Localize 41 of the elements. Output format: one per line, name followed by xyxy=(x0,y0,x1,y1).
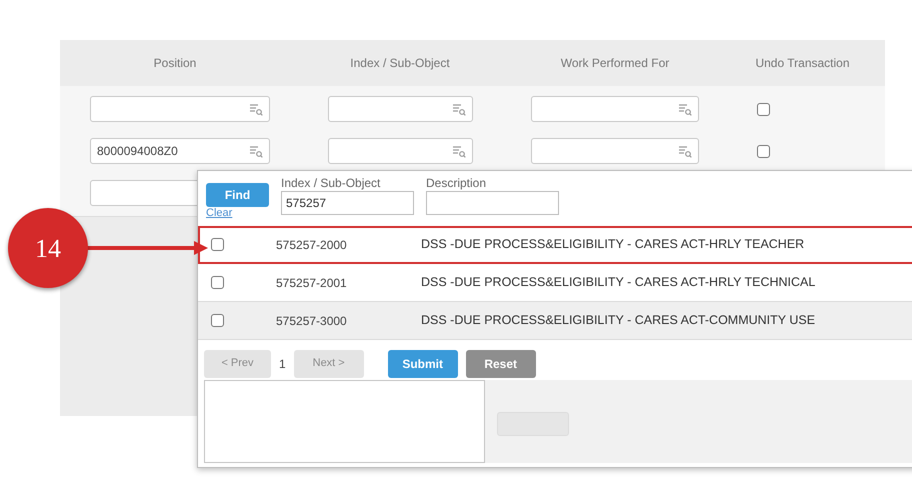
filter-field[interactable] xyxy=(426,191,559,215)
lookup-field[interactable] xyxy=(328,96,472,122)
result-code: 575257-2000 xyxy=(276,236,348,254)
column-header: Undo Transaction xyxy=(755,55,850,72)
column-header: Index / Sub-Object xyxy=(350,55,450,72)
lookup-icon[interactable] xyxy=(249,102,263,116)
result-code: 575257-3000 xyxy=(276,312,348,330)
filter-label: Description xyxy=(426,175,488,191)
lookup-icon[interactable] xyxy=(678,144,692,158)
reset-button[interactable]: Reset xyxy=(466,350,536,378)
lookup-field[interactable] xyxy=(531,138,699,164)
result-description: DSS -DUE PROCESS&ELIGIBILITY - CARES ACT-COMMUNITY USE xyxy=(421,312,816,330)
lookup-icon[interactable] xyxy=(678,102,692,116)
submit-button[interactable]: Submit xyxy=(388,350,458,378)
result-row[interactable]: 575257-2000 DSS -DUE PROCESS&ELIGIBILITY - CARES ACT-HRLY TEACHER xyxy=(198,226,912,264)
filter-field[interactable]: 575257 xyxy=(281,191,414,215)
find-button[interactable]: Find xyxy=(206,183,269,207)
result-code: 575257-2001 xyxy=(276,274,348,292)
result-description: DSS -DUE PROCESS&ELIGIBILITY - CARES ACT-HRLY TEACHER xyxy=(421,236,804,254)
callout-badge: 14 xyxy=(8,208,88,288)
checkbox[interactable] xyxy=(211,314,224,327)
lookup-icon[interactable] xyxy=(452,144,466,158)
lookup-icon[interactable] xyxy=(249,144,263,158)
lookup-field[interactable] xyxy=(328,138,472,164)
lookup-field[interactable]: 8000094008Z0 xyxy=(90,138,270,164)
checkbox[interactable] xyxy=(757,102,770,116)
checkbox[interactable] xyxy=(757,144,770,158)
text-area[interactable] xyxy=(204,380,485,463)
lookup-field[interactable] xyxy=(531,96,699,122)
result-row[interactable]: 575257-2001 DSS -DUE PROCESS&ELIGIBILITY - CARES ACT-HRLY TECHNICAL xyxy=(198,264,912,302)
page-number: 1 xyxy=(279,356,286,372)
result-description: DSS -DUE PROCESS&ELIGIBILITY - CARES ACT-HRLY TECHNICAL xyxy=(421,274,816,292)
clear-link[interactable]: Clear xyxy=(206,207,269,220)
filter-label: Index / Sub-Object xyxy=(281,175,382,191)
checkbox[interactable] xyxy=(211,238,224,251)
checkbox[interactable] xyxy=(211,276,224,289)
lookup-field[interactable] xyxy=(90,96,270,122)
result-row[interactable]: 575257-3000 DSS -DUE PROCESS&ELIGIBILITY - CARES ACT-COMMUNITY USE xyxy=(198,302,912,340)
lookup-icon[interactable] xyxy=(452,102,466,116)
column-header: Work Performed For xyxy=(560,55,670,72)
column-header: Position xyxy=(154,55,196,72)
